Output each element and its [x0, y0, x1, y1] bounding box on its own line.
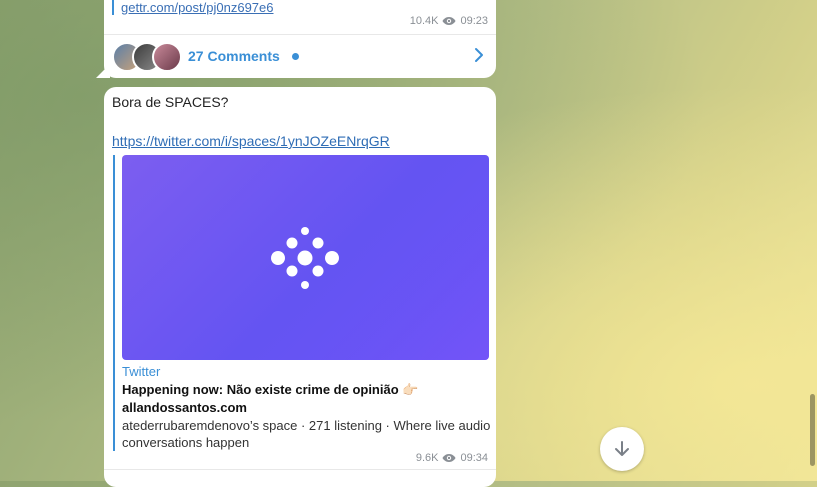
spaces-logo-icon [271, 227, 339, 289]
scrollbar[interactable] [810, 394, 815, 466]
channel-post: Bora de SPACES? https://twitter.com/i/sp… [104, 87, 496, 487]
preview-site-name: Twitter [122, 364, 161, 379]
eye-icon [442, 17, 456, 25]
divider [104, 469, 496, 470]
view-count: 9.6K [415, 452, 439, 464]
post-time: 09:34 [460, 452, 488, 464]
link-preview-bar [112, 0, 114, 15]
comments-label: 27 Comments [188, 48, 280, 64]
link-preview-bar [113, 155, 115, 451]
eye-icon [442, 454, 456, 462]
chevron-right-icon [475, 48, 483, 62]
commenter-avatars [112, 41, 182, 72]
avatar [152, 42, 182, 72]
comments-button[interactable]: 27 Comments [104, 35, 496, 77]
scroll-to-bottom-button[interactable] [600, 427, 644, 471]
post-link[interactable]: gettr.com/post/pj0nz697e6 [121, 0, 274, 15]
unread-dot [291, 52, 299, 60]
link-preview-image[interactable] [122, 155, 489, 360]
post-meta: 10.4K 09:23 [410, 15, 488, 27]
channel-post: gettr.com/post/pj0nz697e6 10.4K 09:23 27… [96, 0, 496, 78]
view-count: 10.4K [409, 15, 439, 27]
post-meta: 9.6K 09:34 [416, 452, 488, 464]
post-time: 09:23 [460, 15, 488, 27]
post-link[interactable]: https://twitter.com/i/spaces/1ynJOZeENrq… [112, 133, 390, 149]
post-text: Bora de SPACES? [112, 94, 229, 110]
preview-title: Happening now: Não existe crime de opini… [122, 382, 419, 415]
preview-description: atederrubaremdenovo’s space · 271 listen… [122, 418, 491, 450]
arrow-down-icon [615, 441, 629, 456]
